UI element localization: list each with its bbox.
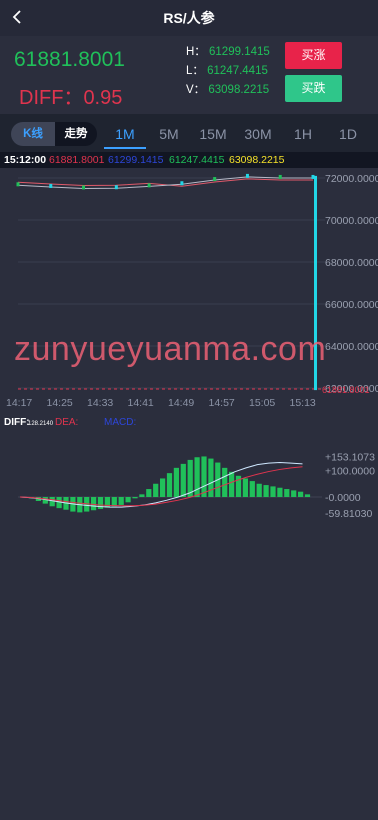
macd-bar <box>125 497 131 503</box>
macd-legend-macd: MACD: <box>104 417 136 428</box>
macd-bar <box>104 497 110 508</box>
macd-bar <box>111 497 117 507</box>
volume-label: V： <box>186 84 206 96</box>
macd-bar <box>173 467 179 497</box>
price-x-tick: 14:33 <box>87 397 113 409</box>
macd-chart[interactable]: DIFF:128.2140 DEA: MACD: +153.1073 +100.0000… <box>0 413 378 523</box>
last-price-label: 61881.8001 <box>322 385 370 395</box>
high-label: H： <box>186 46 206 58</box>
high-row: H： 61299.1415 <box>186 43 270 59</box>
candle-mark <box>82 185 86 190</box>
ma-line-gray <box>17 176 313 189</box>
macd-legend-diff: DIFF: <box>4 417 30 428</box>
macd-bar <box>277 487 283 497</box>
macd-bar <box>284 489 290 497</box>
macd-bar <box>304 494 311 497</box>
tab-1h[interactable]: 1H <box>285 122 321 146</box>
tab-5m[interactable]: 5M <box>151 122 187 146</box>
diff-label: DIFF： <box>19 87 84 109</box>
macd-bar <box>270 486 276 497</box>
low-value: 61247.4415 <box>207 65 268 77</box>
candle-mark <box>147 183 151 188</box>
tab-30m[interactable]: 30M <box>240 122 276 146</box>
macd-legend-diff-value: 128.2140 <box>28 421 54 427</box>
macd-bar <box>256 483 262 497</box>
macd-y-tick: -59.81030 <box>325 508 372 520</box>
macd-bar <box>291 490 297 497</box>
price-x-tick: 14:17 <box>6 397 32 409</box>
candle-mark <box>213 177 217 182</box>
candle-mark <box>180 181 184 186</box>
macd-bar <box>153 483 159 497</box>
tab-15m[interactable]: 15M <box>195 122 231 146</box>
current-price: 61881.8001 <box>14 48 125 71</box>
macd-bar <box>49 497 55 507</box>
macd-bar <box>249 481 255 497</box>
tab-1d[interactable]: 1D <box>330 122 366 146</box>
candle-mark <box>16 182 20 187</box>
tab-1m[interactable]: 1M <box>107 122 143 146</box>
low-row: L： 61247.4415 <box>186 62 268 78</box>
buy-fall-button[interactable]: 买跌 <box>285 75 342 102</box>
price-x-tick: 14:49 <box>168 397 194 409</box>
diff-readout: DIFF：0.95 <box>19 81 122 110</box>
trend-mode-tab[interactable]: 走势 <box>55 122 97 146</box>
price-x-tick: 15:13 <box>290 397 316 409</box>
price-y-tick: 64000.0000 <box>325 341 378 353</box>
macd-y-tick: +153.1073 <box>325 451 375 463</box>
macd-bar <box>118 497 124 505</box>
macd-bar <box>166 473 173 497</box>
candle-mark <box>49 183 53 188</box>
buy-rise-button[interactable]: 买涨 <box>285 42 342 69</box>
high-value: 61299.1415 <box>209 46 270 58</box>
candle-mark <box>245 173 249 178</box>
macd-bar <box>229 471 235 497</box>
page-title: RS/人参 <box>163 10 215 26</box>
price-y-tick: 66000.0000 <box>325 299 378 311</box>
price-y-tick: 72000.0000 <box>325 173 378 185</box>
legend-value-1: 61881.8001 <box>49 154 105 166</box>
macd-bar <box>298 491 304 497</box>
volume-value: 63098.2215 <box>208 84 270 96</box>
legend-time: 15:12:00 <box>4 154 47 166</box>
legend-value-4: 63098.2215 <box>229 154 285 166</box>
watermark: zunyueyuanma.com <box>14 330 327 368</box>
diff-value: 0.95 <box>83 87 123 109</box>
price-x-tick: 14:57 <box>209 397 235 409</box>
price-y-tick: 68000.0000 <box>325 257 378 269</box>
price-x-tick: 14:41 <box>128 397 154 409</box>
macd-bar <box>194 457 200 497</box>
macd-bar <box>222 467 228 497</box>
active-tab-indicator <box>104 147 146 149</box>
legend-value-2: 61299.1415 <box>108 154 164 166</box>
candle-mark <box>278 174 282 179</box>
macd-y-tick: -0.0000 <box>325 492 361 504</box>
macd-bar <box>91 497 97 511</box>
macd-bar <box>139 494 145 497</box>
candle-mark <box>114 185 118 190</box>
macd-bar <box>263 485 269 497</box>
macd-bar <box>160 478 166 497</box>
volume-row: V： 63098.2215 <box>186 81 269 97</box>
macd-bar <box>180 463 186 497</box>
kline-mode-tab[interactable]: K线 <box>11 122 55 146</box>
price-y-tick: 70000.0000 <box>325 215 378 227</box>
price-x-tick: 15:05 <box>249 397 275 409</box>
price-chart[interactable]: 72000.0000 70000.0000 68000.0000 66000.0000… <box>0 168 378 413</box>
low-label: L： <box>186 65 204 77</box>
macd-bar <box>201 456 207 497</box>
macd-y-tick: +100.0000 <box>325 466 375 478</box>
macd-legend-dea: DEA: <box>55 417 78 428</box>
macd-bar <box>242 478 248 497</box>
price-x-tick: 14:25 <box>47 397 73 409</box>
macd-bar <box>146 489 152 497</box>
macd-bar <box>132 497 138 499</box>
legend-value-3: 61247.4415 <box>169 154 225 166</box>
